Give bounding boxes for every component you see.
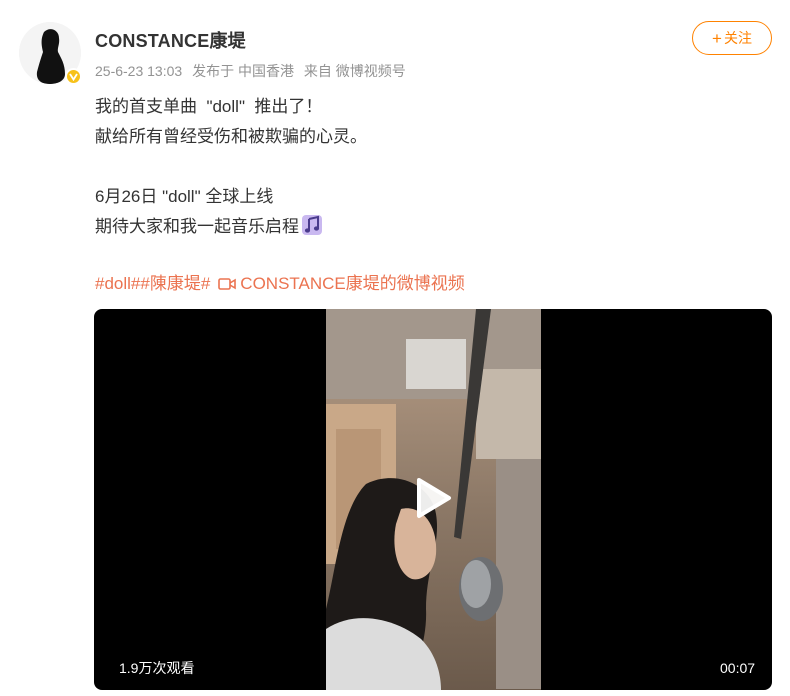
post-text-line-last: 期待大家和我一起音乐启程: [95, 212, 755, 242]
video-source-link[interactable]: CONSTANCE康堤的微博视频: [218, 274, 465, 293]
tag-doll[interactable]: #doll#: [95, 274, 140, 293]
verified-badge-icon: [65, 68, 82, 85]
follow-label: 关注: [723, 30, 752, 46]
video-link-label: CONSTANCE康堤的微博视频: [240, 274, 465, 293]
post-meta: 25-6-23 13:03 发布于 中国香港 来自 微博视频号: [95, 61, 412, 81]
post-source: 来自 微博视频号: [303, 63, 406, 79]
follow-button[interactable]: + 关注: [692, 21, 772, 55]
post-date[interactable]: 25-6-23 13:03: [95, 63, 182, 79]
music-note-icon: [301, 214, 323, 246]
tag-row: #doll##陳康堤# CONSTANCE康堤的微博视频: [95, 272, 465, 296]
play-icon[interactable]: [413, 476, 453, 520]
post-location: 发布于 中国香港: [192, 63, 294, 79]
plus-icon: +: [712, 28, 722, 48]
post-text-line: 献给所有曾经受伤和被欺骗的心灵。: [95, 127, 367, 146]
post-text-line: 6月26日 "doll" 全球上线: [95, 187, 274, 206]
post-text-line: 我的首支单曲 "doll" 推出了！: [95, 97, 323, 116]
post-text: 我的首支单曲 "doll" 推出了！ 献给所有曾经受伤和被欺骗的心灵。 6月26…: [95, 92, 755, 242]
avatar[interactable]: [19, 22, 82, 85]
video-duration: 00:07: [720, 660, 756, 676]
video-camera-icon: [218, 278, 237, 290]
view-count: 1.9万次观看: [119, 660, 195, 676]
tag-chen-kangti[interactable]: #陳康堤#: [140, 274, 210, 293]
username[interactable]: CONSTANCE康堤: [95, 27, 246, 53]
post-text-line-4: 期待大家和我一起音乐启程: [95, 217, 299, 236]
